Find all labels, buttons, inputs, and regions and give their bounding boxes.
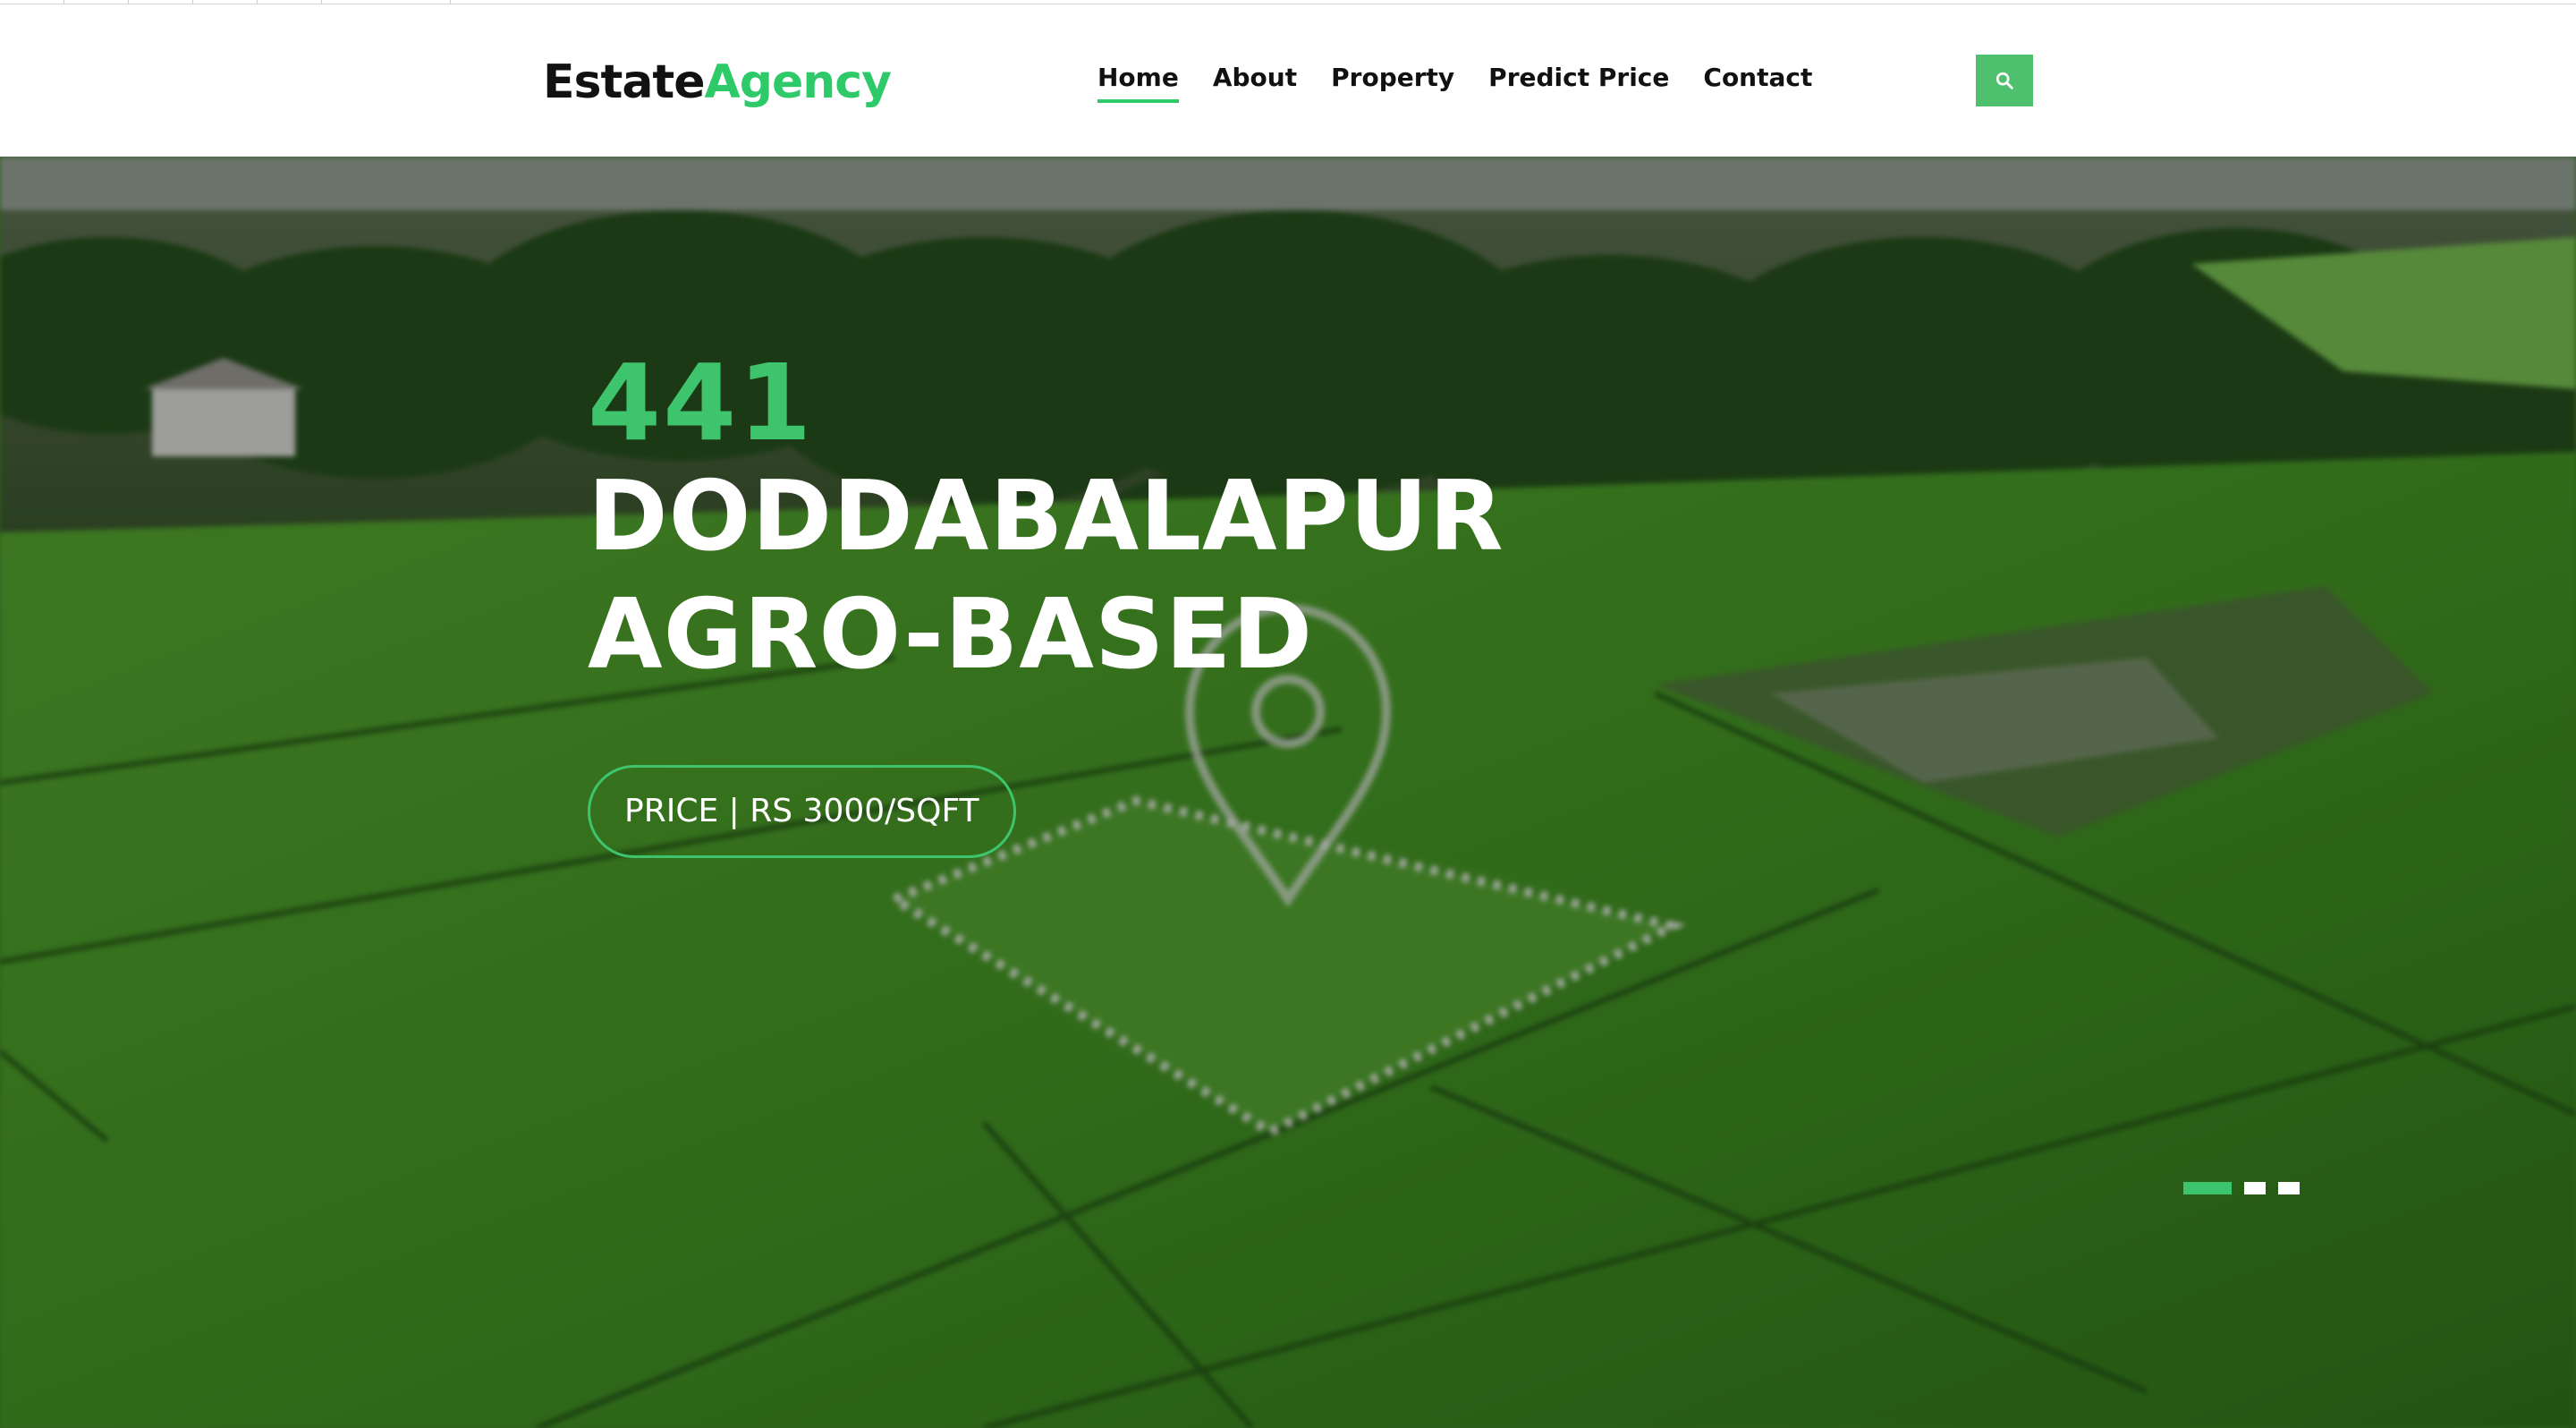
nav-item-about[interactable]: About (1213, 60, 1297, 96)
carousel-indicators (2183, 1182, 2300, 1194)
search-icon (1996, 72, 2013, 89)
nav-item-contact[interactable]: Contact (1703, 60, 1812, 96)
nav-item-home[interactable]: Home (1097, 60, 1179, 103)
price-button[interactable]: PRICE | RS 3000/SQFT (588, 765, 1016, 858)
carousel-dot-3[interactable] (2278, 1182, 2300, 1194)
nav-menu: Home About Property Predict Price Contac… (1097, 60, 1846, 103)
navbar: EstateAgency Home About Property Predict… (0, 4, 2576, 157)
hero-carousel (0, 157, 2576, 1428)
brand-part-agency: Agency (704, 55, 892, 109)
brand-part-estate: Estate (543, 55, 706, 109)
hero-caption: 441 DODDABALAPUR AGRO-BASED (588, 349, 1504, 693)
search-button[interactable] (1976, 55, 2033, 106)
hero-dim-overlay (0, 157, 2576, 1428)
nav-item-property[interactable]: Property (1331, 60, 1454, 96)
property-title-line2: AGRO-BASED (588, 579, 1314, 691)
brand-logo[interactable]: EstateAgency (543, 51, 892, 114)
carousel-dot-2[interactable] (2244, 1182, 2266, 1194)
property-title-line1: DODDABALAPUR (588, 461, 1504, 573)
carousel-dot-1[interactable] (2183, 1182, 2232, 1194)
property-number: 441 (588, 341, 814, 464)
nav-item-predict-price[interactable]: Predict Price (1488, 60, 1669, 96)
